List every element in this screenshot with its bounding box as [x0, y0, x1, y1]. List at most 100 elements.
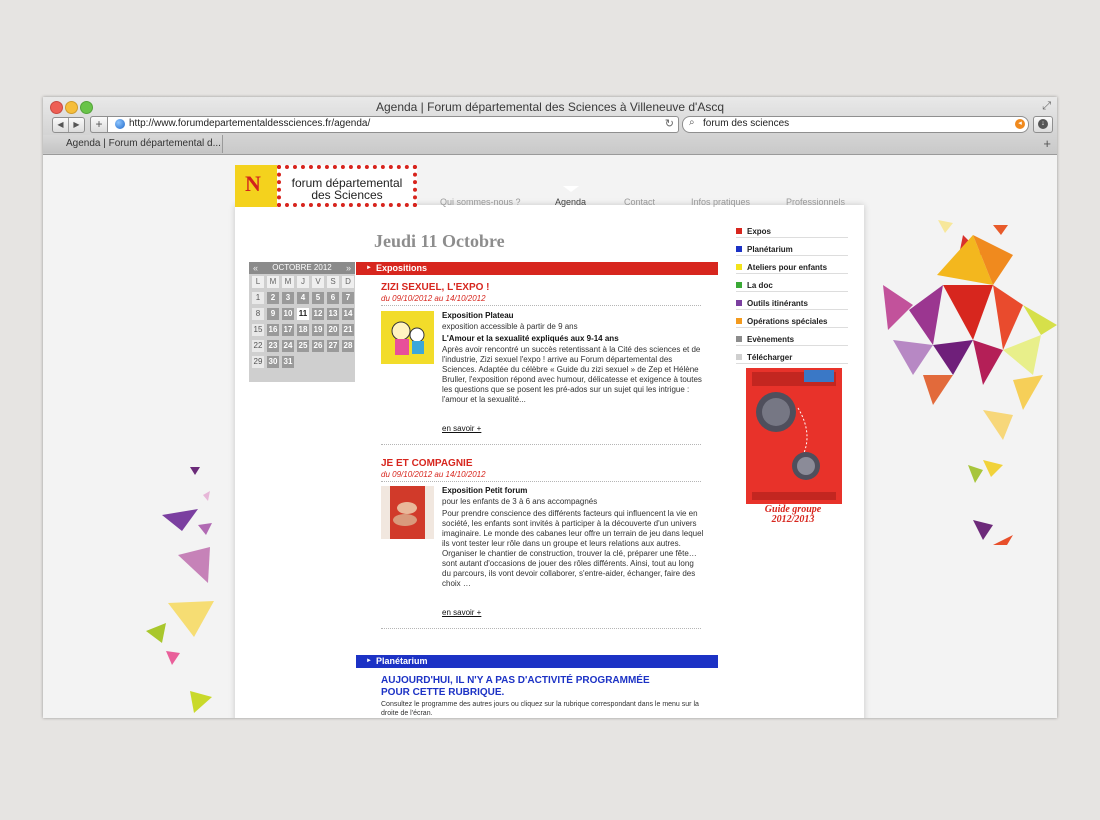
calendar-day[interactable]: 22: [252, 340, 264, 352]
calendar-next-button[interactable]: »: [346, 262, 351, 274]
no-activity-text: Consultez le programme des autres jours …: [381, 701, 699, 717]
calendar-day[interactable]: 12: [312, 308, 324, 320]
event-title[interactable]: ZIZI SEXUEL, L'EXPO !: [381, 282, 490, 293]
calendar-month: OCTOBRE 2012: [272, 263, 332, 272]
event-thumbnail[interactable]: [381, 311, 434, 364]
page-title: Jeudi 11 Octobre: [374, 231, 505, 251]
forward-button[interactable]: ▶: [68, 118, 84, 132]
event-subtitle: Exposition Plateau: [442, 311, 514, 320]
rnav-item-expos[interactable]: Expos: [736, 225, 848, 238]
search-input[interactable]: forum des sciences: [703, 118, 789, 129]
event-title[interactable]: JE ET COMPAGNIE: [381, 458, 473, 469]
guide-cover-image[interactable]: [746, 368, 842, 504]
globe-icon: [115, 119, 125, 129]
calendar-day[interactable]: 2: [267, 292, 279, 304]
rnav-item-operations[interactable]: Opérations spéciales: [736, 315, 848, 328]
read-more-link[interactable]: en savoir +: [442, 424, 481, 433]
calendar-day[interactable]: 24: [282, 340, 294, 352]
rnav-item-evenements[interactable]: Evènements: [736, 333, 848, 346]
guide-cover-art-icon: [752, 370, 836, 500]
rnav-item-planetarium[interactable]: Planétarium: [736, 243, 848, 256]
snapback-icon[interactable]: ◂: [1015, 119, 1025, 129]
calendar-day[interactable]: 10: [282, 308, 294, 320]
new-tab-button[interactable]: +: [1043, 136, 1051, 151]
event-dates: du 09/10/2012 au 14/10/2012: [381, 294, 486, 303]
rnav-label: La doc: [747, 281, 773, 290]
calendar-day[interactable]: 17: [282, 324, 294, 336]
calendar-day[interactable]: 18: [297, 324, 309, 336]
square-bullet-icon: [736, 282, 742, 288]
rnav-item-la-doc[interactable]: La doc: [736, 279, 848, 292]
zizi-illustration-icon: [391, 321, 425, 355]
calendar-day[interactable]: 14: [342, 308, 354, 320]
calendar-day[interactable]: 19: [312, 324, 324, 336]
calendar-day[interactable]: 15: [252, 324, 264, 336]
calendar-day[interactable]: 7: [342, 292, 354, 304]
back-button[interactable]: ◀: [53, 118, 68, 132]
menu-item-infos-pratiques[interactable]: Infos pratiques: [691, 197, 750, 207]
calendar-day[interactable]: 25: [297, 340, 309, 352]
nav-buttons: ◀ ▶: [52, 117, 85, 133]
calendar-day[interactable]: 23: [267, 340, 279, 352]
forum-logo: forum départemental des Sciences: [277, 165, 417, 207]
calendar-prev-button[interactable]: «: [253, 262, 258, 274]
calendar-day[interactable]: 16: [267, 324, 279, 336]
menu-item-professionnels[interactable]: Professionnels: [786, 197, 845, 207]
event-description: Pour prendre conscience des différents f…: [442, 509, 704, 588]
calendar-day[interactable]: 28: [342, 340, 354, 352]
calendar-day[interactable]: 6: [327, 292, 339, 304]
square-bullet-icon: [736, 246, 742, 252]
calendar-day[interactable]: 8: [252, 308, 264, 320]
fullscreen-icon[interactable]: ⤢: [1042, 100, 1051, 113]
calendar-day[interactable]: 5: [312, 292, 324, 304]
event-dates: du 09/10/2012 au 14/10/2012: [381, 470, 486, 479]
divider: [381, 444, 701, 445]
url-field[interactable]: http://www.forumdepartementaldessciences…: [129, 118, 370, 129]
read-more-link[interactable]: en savoir +: [442, 608, 481, 617]
menu-item-qui-sommes-nous[interactable]: Qui sommes-nous ?: [440, 197, 521, 207]
rnav-item-telecharger[interactable]: Télécharger: [736, 351, 848, 364]
menu-item-contact[interactable]: Contact: [624, 197, 655, 207]
downloads-button[interactable]: ↓: [1033, 116, 1053, 133]
event-thumbnail[interactable]: [381, 486, 434, 539]
calendar-day[interactable]: 13: [327, 308, 339, 320]
logo-text-line2: des Sciences: [311, 188, 383, 202]
calendar-day[interactable]: 31: [282, 356, 294, 368]
calendar-day[interactable]: 21: [342, 324, 354, 336]
rnav-item-outils[interactable]: Outils itinérants: [736, 297, 848, 310]
calendar-day[interactable]: 9: [267, 308, 279, 320]
tab-agenda[interactable]: Agenda | Forum départemental d...: [43, 135, 223, 153]
calendar-header: « OCTOBRE 2012 »: [249, 262, 355, 274]
calendar-day-header: L: [252, 276, 264, 288]
search-icon: ⌕: [689, 117, 695, 128]
logo-letter: N: [245, 171, 261, 196]
browser-titlebar: Agenda | Forum départemental des Science…: [43, 97, 1057, 155]
site-logo[interactable]: N forum départemental des Sciences: [235, 165, 417, 207]
event-tagline: L'Amour et la sexualité expliqués aux 9-…: [442, 334, 619, 343]
divider: [381, 481, 701, 482]
calendar-day[interactable]: 20: [327, 324, 339, 336]
add-bookmark-button[interactable]: +: [90, 116, 108, 133]
reload-icon[interactable]: ↻: [665, 117, 674, 130]
rnav-item-ateliers[interactable]: Ateliers pour enfants: [736, 261, 848, 274]
search-bar[interactable]: ⌕ forum des sciences ◂: [682, 116, 1029, 133]
guide-caption[interactable]: Guide groupe 2012/2013: [743, 505, 843, 525]
address-bar[interactable]: + http://www.forumdepartementaldesscienc…: [90, 116, 679, 133]
decorative-polyhedron-right: [883, 220, 1057, 545]
calendar-day-selected[interactable]: 11: [297, 308, 309, 320]
rnav-label: Evènements: [747, 335, 795, 344]
browser-window: Agenda | Forum départemental des Science…: [43, 97, 1057, 718]
rnav-label: Ateliers pour enfants: [747, 263, 828, 272]
hands-photo-icon: [381, 486, 434, 539]
calendar-day[interactable]: 1: [252, 292, 264, 304]
event-subtitle: Exposition Petit forum: [442, 486, 528, 495]
calendar-day[interactable]: 27: [327, 340, 339, 352]
menu-item-agenda[interactable]: Agenda: [555, 197, 586, 207]
calendar-day[interactable]: 30: [267, 356, 279, 368]
event-description: Après avoir rencontré un succès retentis…: [442, 345, 702, 404]
calendar-day[interactable]: 3: [282, 292, 294, 304]
calendar-day[interactable]: 26: [312, 340, 324, 352]
calendar-day[interactable]: 29: [252, 356, 264, 368]
no-activity-title: AUJOURD'HUI, IL N'Y A PAS D'ACTIVITÉ PRO…: [381, 675, 650, 698]
calendar-day[interactable]: 4: [297, 292, 309, 304]
